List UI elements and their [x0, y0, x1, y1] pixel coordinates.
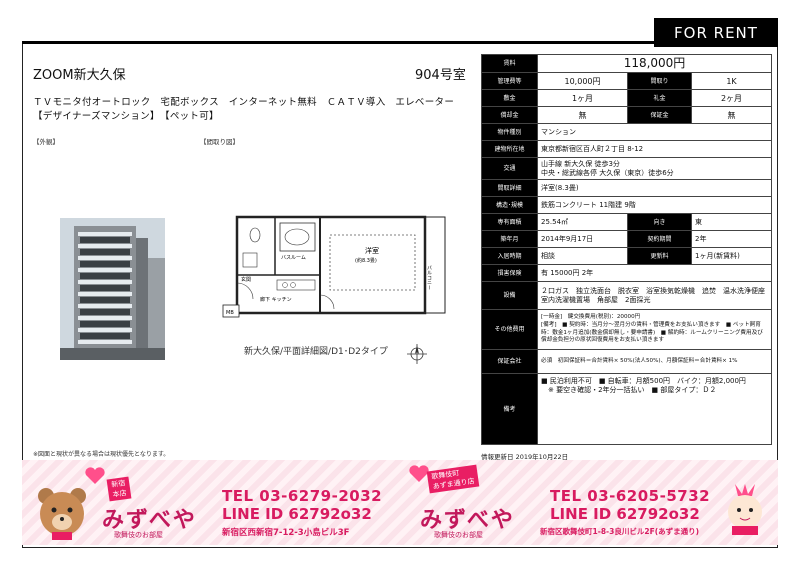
keymoney-value: 2ヶ月: [691, 89, 772, 107]
amort-value: 無: [537, 106, 628, 124]
spec-table: 賃料 118,000円 管理費等 10,000円 間取り 1K 敷金 1ヶ月 礼…: [481, 54, 772, 445]
ad-left-tag: 新宿 本店: [106, 476, 132, 502]
ad-left-store: 新宿 本店 みずべや 歌舞伎のお部屋 TEL 03-6279-2032 LINE…: [22, 460, 400, 545]
header: FOR RENT: [22, 18, 778, 47]
insurance-value: 有 15000円 2年: [537, 264, 772, 282]
mb-label: MB: [226, 310, 234, 316]
for-rent-badge: FOR RENT: [654, 18, 778, 47]
area-value: 25.54㎡: [537, 213, 628, 231]
deposit-label: 敷金: [481, 89, 538, 107]
ad-left-line-id: LINE ID 62792o32: [222, 505, 372, 523]
type-value: マンション: [537, 123, 772, 141]
ad-right-address: 新宿区歌舞伎町1-8-3良川ビル2F(あずま通り): [540, 527, 700, 536]
floorplan-label: 【間取り図】: [200, 138, 239, 146]
facing-value: 東: [691, 213, 772, 231]
facing-label: 向き: [627, 213, 692, 231]
ad-right-sub: 歌舞伎のお部屋: [434, 531, 483, 539]
entrance-label: 玄関: [241, 276, 251, 283]
movein-label: 入居時期: [481, 247, 538, 265]
other-costs-line-1: [一時金] 鍵交換費用(税別)：20000円: [541, 314, 641, 321]
floorplan-caption: 新大久保/平面詳細図/D1･D2タイプ: [244, 347, 388, 357]
agency-ad-banner: 新宿 本店 みずべや 歌舞伎のお部屋 TEL 03-6279-2032 LINE…: [22, 460, 778, 545]
compass-icon: [407, 344, 427, 364]
feature-list: ＴＶモニタ付オートロック 宅配ボックス インターネット無料 ＣＡＴＶ導入 エレベ…: [33, 96, 473, 124]
guarantor-label: 保証会社: [481, 349, 538, 374]
transport-value: 山手線 新大久保 徒歩3分 中央・総武線各停 大久保（東京）徒歩6分: [537, 157, 772, 180]
layout-value: 1K: [691, 72, 772, 90]
period-value: 2年: [691, 230, 772, 248]
feature-line-1: ＴＶモニタ付オートロック 宅配ボックス インターネット無料 ＣＡＴＶ導入 エレベ…: [33, 97, 455, 108]
ad-right-tel: TEL 03-6205-5732: [550, 487, 711, 505]
built-value: 2014年9月17日: [537, 230, 628, 248]
exterior-photo: [60, 218, 165, 360]
type-label: 物件種別: [481, 123, 538, 141]
guarantee-label: 保証金: [627, 106, 692, 124]
heart-balloon-icon: [85, 467, 105, 484]
other-costs-line-2: [備考] ■ 契約時：当月分～翌月分の賃料・管理費をお支払い頂きます ■ ペット…: [541, 321, 763, 344]
transport-line-1: 山手線 新大久保 徒歩3分: [541, 159, 620, 168]
rooms-value: 洋室(8.3畳): [537, 179, 772, 197]
disclaimer-note: ※図面と現状が異なる場合は現状優先となります。: [33, 451, 170, 458]
kitchen-label: 廊下 キッチン: [260, 296, 292, 303]
structure-value: 鉄筋コンクリート 11階建 9階: [537, 196, 772, 214]
property-name: ZOOM新大久保: [33, 68, 126, 83]
guarantee-value: 無: [691, 106, 772, 124]
remarks-value: ■ 民泊利用不可 ■ 自転車：月額500円 バイク：月額2,000円 ※ 要空き…: [537, 373, 772, 445]
header-rule: [22, 18, 654, 44]
keymoney-label: 礼金: [627, 89, 692, 107]
mgmt-value: 10,000円: [537, 72, 628, 90]
other-costs-label: その他費用: [481, 309, 538, 350]
balcony-label: バルコニー: [426, 265, 432, 290]
period-label: 契約期間: [627, 230, 692, 248]
floor-plan: 洋室 (約8.3畳) バスルーム 廊下 キッチン 玄関 MB バルコニー: [215, 205, 460, 325]
rent-label: 賃料: [481, 54, 538, 73]
remarks-line-1: ■ 民泊利用不可 ■ 自転車：月額500円 バイク：月額2,000円: [541, 377, 746, 385]
rent-value: 118,000円: [537, 54, 772, 73]
ad-left-sub: 歌舞伎のお部屋: [114, 531, 163, 539]
ad-left-address: 新宿区西新宿7-12-3小島ビル3F: [222, 528, 350, 538]
western-size-label: (約8.3畳): [355, 257, 377, 264]
address-value: 東京都新宿区百人町２丁目 8-12: [537, 140, 772, 158]
equip-value: ２口ガス 独立洗面台 脱衣室 浴室換気乾燥機 追焚 温水洗浄便座 室内洗濯機置場…: [537, 281, 772, 310]
address-label: 建物所在地: [481, 140, 538, 158]
exterior-label: 【外観】: [33, 138, 59, 146]
layout-label: 間取り: [627, 72, 692, 90]
feature-line-2: 【デザイナーズマンション】 【ペット可】: [33, 111, 219, 122]
insurance-label: 損害保険: [481, 264, 538, 282]
renew-label: 更新料: [627, 247, 692, 265]
ad-right-store: 歌舞伎町 あずま通り店 みずべや 歌舞伎のお部屋 TEL 03-6205-573…: [400, 460, 778, 545]
remarks-line-2: ※ 要空き確認・2年分一括払い ■ 部屋タイプ：Ｄ２: [541, 386, 717, 394]
ad-right-tag: 歌舞伎町 あずま通り店: [426, 464, 480, 494]
ad-right-line-id: LINE ID 62792o32: [550, 505, 700, 523]
other-costs-value: [一時金] 鍵交換費用(税別)：20000円 [備考] ■ 契約時：当月分～翌月…: [537, 309, 772, 350]
equip-label: 設備: [481, 281, 538, 310]
rooms-label: 間取詳細: [481, 179, 538, 197]
room-number: 904号室: [415, 68, 466, 83]
built-label: 築年月: [481, 230, 538, 248]
building-illustration: [60, 218, 165, 360]
bear-mascot-icon: [38, 488, 86, 540]
renew-value: 1ヶ月(新賃料): [691, 247, 772, 265]
transport-line-2: 中央・総武線各停 大久保（東京）徒歩6分: [541, 168, 674, 177]
mgmt-label: 管理費等: [481, 72, 538, 90]
area-label: 専有面積: [481, 213, 538, 231]
transport-label: 交通: [481, 157, 538, 180]
movein-value: 相談: [537, 247, 628, 265]
western-room-label: 洋室: [365, 246, 379, 255]
bunny-mascot-icon: [728, 484, 762, 535]
amort-label: 償却金: [481, 106, 538, 124]
remarks-label: 備考: [481, 373, 538, 445]
structure-label: 構造･規模: [481, 196, 538, 214]
deposit-value: 1ヶ月: [537, 89, 628, 107]
ad-left-tel: TEL 03-6279-2032: [222, 487, 383, 505]
bath-label: バスルーム: [281, 255, 306, 261]
guarantor-value: 必須 初回保証料＝合計賃料× 50%(法人50%)、月額保証料＝合計賃料× 1%: [537, 349, 772, 374]
